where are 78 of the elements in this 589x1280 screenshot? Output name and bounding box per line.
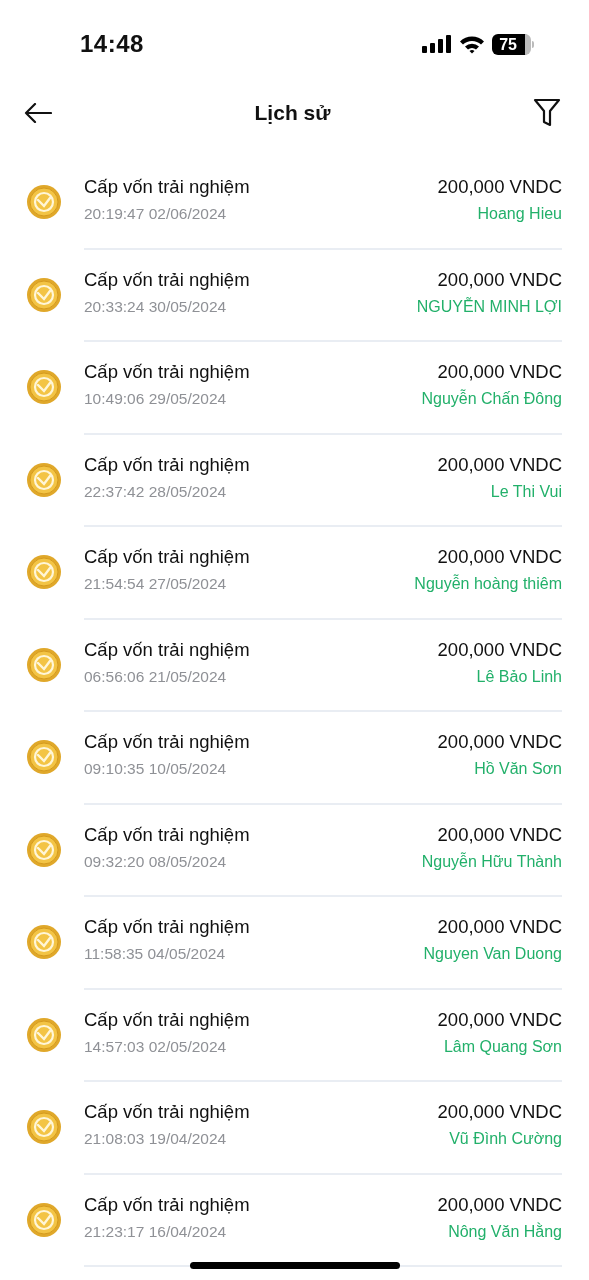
sender-name: Nông Văn Hằng xyxy=(448,1222,562,1241)
sender-name: Nguyễn Hữu Thành xyxy=(421,852,562,871)
transaction-row[interactable]: Cấp vốn trải nghiệm 200,000 VNDC 20:33:24 30/05/2024 NGUYỄN MINH LỢI xyxy=(0,249,589,342)
transaction-time: 10:49:06 29/05/2024 xyxy=(84,390,227,408)
transaction-title: Cấp vốn trải nghiệm xyxy=(84,1008,250,1031)
sender-name: Hoang Hieu xyxy=(477,205,562,223)
transaction-amount: 200,000 VNDC xyxy=(437,1008,562,1031)
transaction-time: 21:08:03 19/04/2024 xyxy=(84,1130,227,1148)
transaction-title: Cấp vốn trải nghiệm xyxy=(84,268,250,291)
transaction-amount: 200,000 VNDC xyxy=(437,268,562,291)
transaction-title: Cấp vốn trải nghiệm xyxy=(84,176,250,198)
battery-indicator: 75 xyxy=(492,33,534,55)
sender-name: Nguyễn Chấn Đông xyxy=(421,390,562,408)
transaction-amount: 200,000 VNDC xyxy=(437,361,562,383)
transaction-row[interactable]: Cấp vốn trải nghiệm 200,000 VNDC 09:10:35 10/05/2024 Hồ Văn Sơn xyxy=(0,712,589,805)
page-title: Lịch sử xyxy=(254,101,331,125)
transaction-title: Cấp vốn trải nghiệm xyxy=(84,1193,250,1216)
transaction-amount: 200,000 VNDC xyxy=(437,1101,562,1123)
coin-icon xyxy=(26,1109,62,1145)
coin-icon xyxy=(26,1201,62,1238)
sender-name: Nguyễn hoàng thiêm xyxy=(414,575,562,593)
transaction-row[interactable]: Cấp vốn trải nghiệm 200,000 VNDC 06:56:06 21/05/2024 Lê Bảo Linh xyxy=(0,619,589,712)
transaction-time: 11:58:35 04/05/2024 xyxy=(84,945,226,963)
transaction-row[interactable]: Cấp vốn trải nghiệm 200,000 VNDC 14:57:03 02/05/2024 Lâm Quang Sơn xyxy=(0,989,589,1082)
transaction-amount: 200,000 VNDC xyxy=(437,638,562,661)
transaction-row[interactable]: Cấp vốn trải nghiệm 200,000 VNDC 21:54:54 27/05/2024 Nguyễn hoàng thiêm xyxy=(0,527,589,620)
transaction-amount: 200,000 VNDC xyxy=(437,823,562,846)
transaction-amount: 200,000 VNDC xyxy=(437,916,562,938)
transaction-time: 21:54:54 27/05/2024 xyxy=(84,575,227,593)
transaction-amount: 200,000 VNDC xyxy=(437,546,562,568)
sender-name: NGUYỄN MINH LỢI xyxy=(416,297,562,316)
transaction-time: 22:37:42 28/05/2024 xyxy=(84,482,227,501)
coin-icon xyxy=(26,184,62,220)
sender-name: Le Thi Vui xyxy=(490,482,562,501)
transaction-title: Cấp vốn trải nghiệm xyxy=(84,1101,250,1123)
wifi-icon xyxy=(459,34,486,54)
sender-name: Nguyen Van Duong xyxy=(423,945,562,963)
transaction-time: 14:57:03 02/05/2024 xyxy=(84,1037,227,1056)
sender-name: Lâm Quang Sơn xyxy=(443,1037,562,1056)
coin-icon xyxy=(26,739,62,775)
transaction-time: 20:19:47 02/06/2024 xyxy=(84,205,227,223)
sender-name: Hồ Văn Sơn xyxy=(474,760,562,778)
coin-icon xyxy=(26,646,62,683)
coin-icon xyxy=(26,369,62,405)
transaction-amount: 200,000 VNDC xyxy=(437,1193,562,1216)
transaction-row[interactable]: Cấp vốn trải nghiệm 200,000 VNDC 20:19:47 02/06/2024 Hoang Hieu xyxy=(0,157,589,250)
status-time: 14:48 xyxy=(80,30,144,58)
sender-name: Lê Bảo Linh xyxy=(476,667,562,686)
coin-icon xyxy=(26,831,62,868)
transaction-title: Cấp vốn trải nghiệm xyxy=(84,916,250,938)
transaction-title: Cấp vốn trải nghiệm xyxy=(84,731,250,753)
transaction-time: 09:32:20 08/05/2024 xyxy=(84,852,227,871)
transaction-row[interactable]: Cấp vốn trải nghiệm 200,000 VNDC 21:08:03 19/04/2024 Vũ Đình Cường xyxy=(0,1082,589,1175)
transaction-amount: 200,000 VNDC xyxy=(437,176,562,198)
transaction-time: 06:56:06 21/05/2024 xyxy=(84,667,227,686)
back-arrow-icon[interactable] xyxy=(24,103,52,123)
transaction-title: Cấp vốn trải nghiệm xyxy=(84,823,250,846)
transaction-row[interactable]: Cấp vốn trải nghiệm 200,000 VNDC 22:37:42 28/05/2024 Le Thi Vui xyxy=(0,434,589,527)
transaction-row[interactable]: Cấp vốn trải nghiệm 200,000 VNDC 11:58:35 04/05/2024 Nguyen Van Duong xyxy=(0,897,589,990)
coin-icon xyxy=(26,924,62,960)
coin-icon xyxy=(26,461,62,498)
transaction-amount: 200,000 VNDC xyxy=(437,453,562,476)
transaction-title: Cấp vốn trải nghiệm xyxy=(84,361,250,383)
transaction-amount: 200,000 VNDC xyxy=(437,731,562,753)
transaction-time: 20:33:24 30/05/2024 xyxy=(84,297,227,316)
signal-icon xyxy=(422,35,453,53)
coin-icon xyxy=(26,1016,62,1053)
transaction-title: Cấp vốn trải nghiệm xyxy=(84,453,250,476)
transaction-time: 21:23:17 16/04/2024 xyxy=(84,1222,227,1241)
sender-name: Vũ Đình Cường xyxy=(449,1130,562,1148)
transaction-row[interactable]: Cấp vốn trải nghiệm 200,000 VNDC 10:49:06 29/05/2024 Nguyễn Chấn Đông xyxy=(0,342,589,435)
coin-icon xyxy=(26,554,62,590)
transaction-time: 09:10:35 10/05/2024 xyxy=(84,760,227,778)
coin-icon xyxy=(26,276,62,313)
transaction-title: Cấp vốn trải nghiệm xyxy=(84,546,250,568)
transaction-row[interactable]: Cấp vốn trải nghiệm 200,000 VNDC 09:32:20 08/05/2024 Nguyễn Hữu Thành xyxy=(0,804,589,897)
filter-icon[interactable] xyxy=(533,98,561,128)
transaction-title: Cấp vốn trải nghiệm xyxy=(84,638,250,661)
